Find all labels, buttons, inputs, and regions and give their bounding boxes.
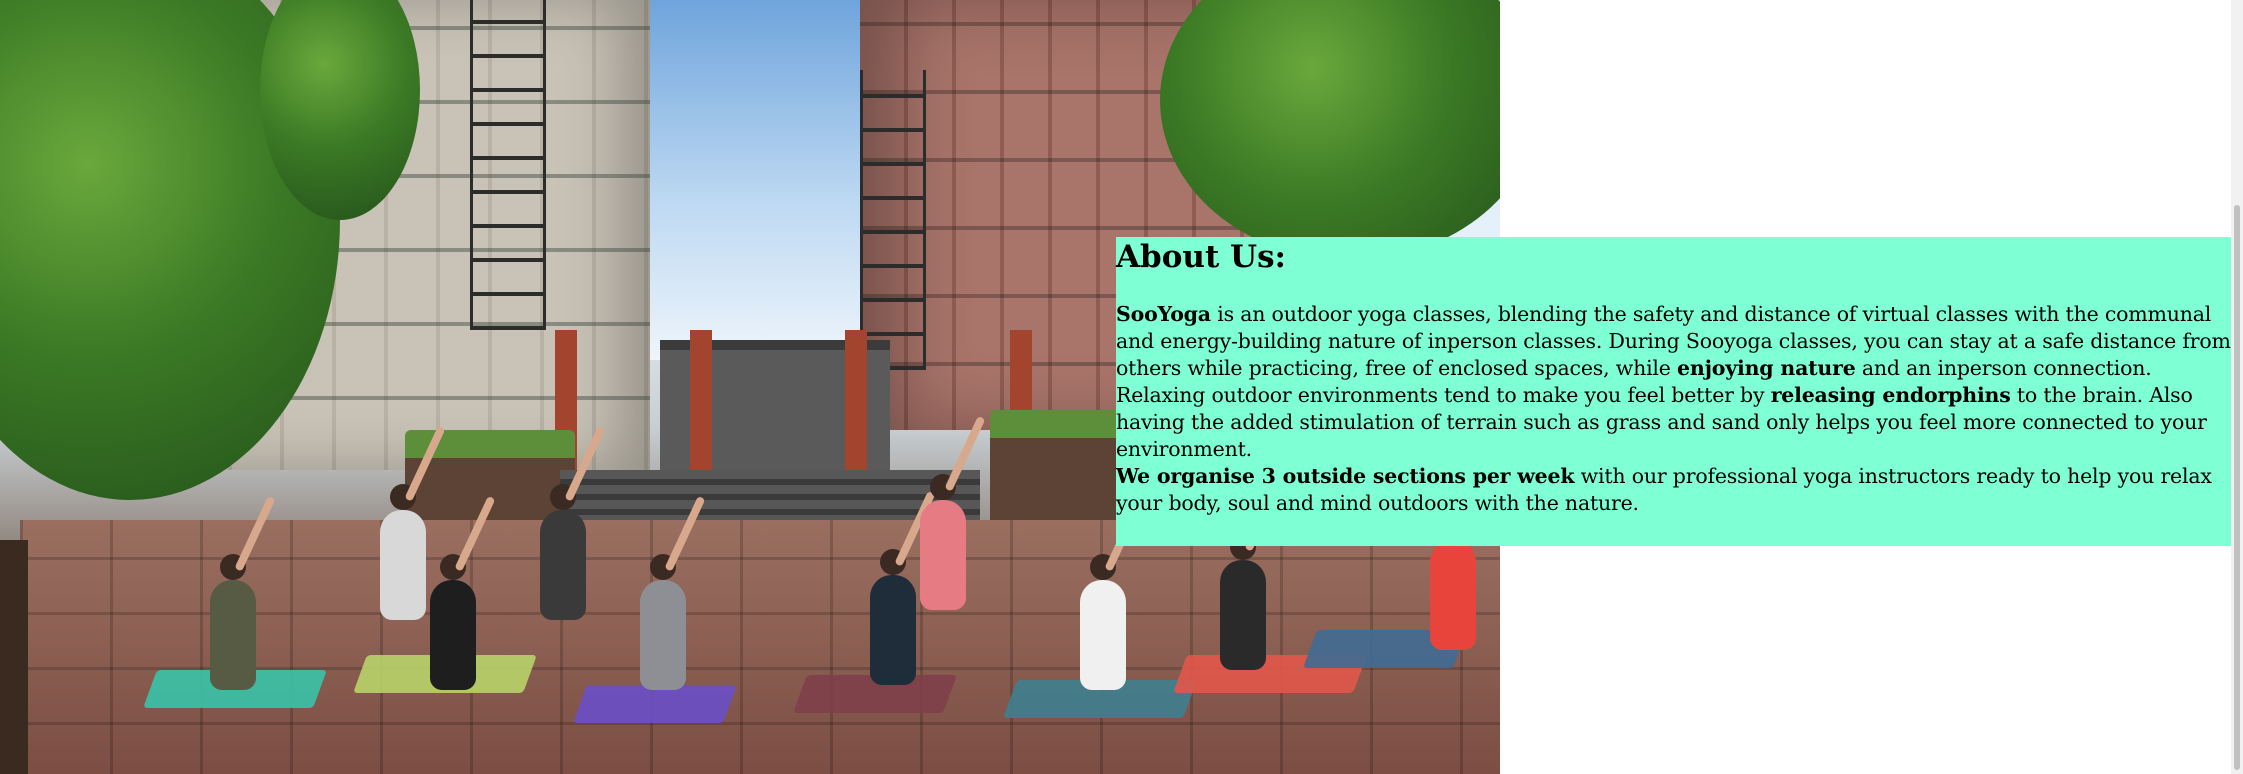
yoga-participant	[380, 484, 426, 620]
yoga-mat	[573, 685, 737, 723]
intro-text-end: and an inperson connection.	[1855, 356, 2152, 380]
fire-escape	[470, 0, 546, 330]
about-paragraph-intro: SooYoga is an outdoor yoga classes, blen…	[1116, 301, 2231, 382]
schedule-highlight: We organise 3 outside sections per week	[1116, 464, 1575, 488]
yoga-participant	[920, 474, 966, 610]
about-paragraph-benefits: Relaxing outdoor environments tend to ma…	[1116, 382, 2231, 463]
benefits-text: Relaxing outdoor environments tend to ma…	[1116, 383, 1771, 407]
fire-escape	[860, 70, 926, 370]
yoga-participant	[870, 549, 916, 685]
yoga-participant	[1430, 514, 1476, 650]
yoga-participant	[640, 554, 686, 690]
yoga-participant	[1220, 534, 1266, 670]
pillar	[690, 330, 712, 480]
brand-name: SooYoga	[1116, 302, 1211, 326]
benefits-highlight: releasing endorphins	[1770, 383, 2011, 407]
page: About Us: SooYoga is an outdoor yoga cla…	[0, 0, 2243, 774]
planter	[990, 410, 1130, 528]
vertical-scrollbar[interactable]	[2231, 0, 2243, 774]
yoga-participant	[210, 554, 256, 690]
about-heading: About Us:	[1116, 239, 1286, 275]
tree-trunk	[0, 540, 28, 774]
about-section: About Us: SooYoga is an outdoor yoga cla…	[1116, 237, 2231, 546]
scrollbar-thumb[interactable]	[2234, 205, 2240, 770]
courtyard-deck	[20, 474, 1500, 774]
intro-highlight: enjoying nature	[1677, 356, 1856, 380]
yoga-participant	[540, 484, 586, 620]
yoga-participant	[430, 554, 476, 690]
about-paragraph-schedule: We organise 3 outside sections per week …	[1116, 463, 2231, 517]
yoga-participant	[1080, 554, 1126, 690]
pillar	[845, 330, 867, 480]
